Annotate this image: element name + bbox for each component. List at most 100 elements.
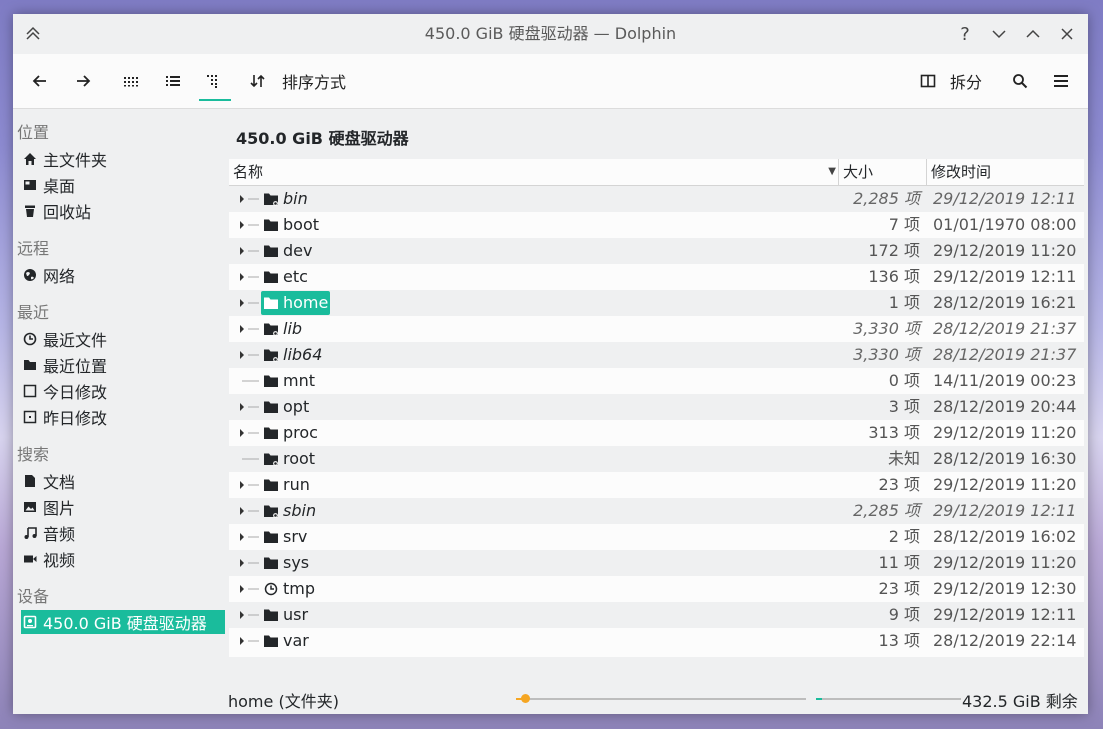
places-sidebar: 位置 主文件夹 桌面 回收站 远程 网络 最近 最近文件 最近位置 今日修改 昨… — [13, 109, 228, 714]
file-size: 2,285 项 — [853, 501, 920, 520]
sidebar-item-home[interactable]: 主文件夹 — [23, 147, 107, 171]
table-row[interactable]: proc 313 项 29/12/2019 11:20 — [229, 420, 1084, 446]
search-icon — [1013, 74, 1028, 89]
status-text: home (文件夹) — [228, 692, 339, 711]
table-row[interactable]: lib64 3,330 项 28/12/2019 21:37 — [229, 342, 1084, 368]
table-row[interactable]: run 23 项 29/12/2019 11:20 — [229, 472, 1084, 498]
file-modified: 28/12/2019 16:02 — [933, 527, 1077, 546]
sidebar-item-recent-locations[interactable]: 最近位置 — [23, 353, 107, 377]
table-row[interactable]: srv 2 项 28/12/2019 16:02 — [229, 524, 1084, 550]
column-header-modified[interactable]: 修改时间 — [927, 159, 1084, 185]
zoom-slider-handle[interactable] — [520, 694, 530, 703]
file-size: 23 项 — [878, 475, 920, 494]
file-name: sys — [283, 553, 310, 572]
table-row[interactable]: tmp 23 项 29/12/2019 12:30 — [229, 576, 1084, 602]
sidebar-item-network[interactable]: 网络 — [23, 263, 75, 287]
file-modified: 01/01/1970 08:00 — [933, 215, 1077, 234]
table-row[interactable]: boot 7 项 01/01/1970 08:00 — [229, 212, 1084, 238]
menu-button[interactable] — [1053, 66, 1069, 96]
dolphin-window: 450.0 GiB 硬盘驱动器 — Dolphin ? 排序方式 拆分 位置 主… — [13, 14, 1088, 714]
help-icon[interactable]: ? — [953, 22, 977, 46]
file-name: lib64 — [283, 345, 323, 364]
table-row[interactable]: var 13 项 28/12/2019 22:14 — [229, 628, 1084, 654]
folder-icon — [263, 373, 279, 389]
table-row[interactable]: sbin 2,285 项 29/12/2019 12:11 — [229, 498, 1084, 524]
table-row[interactable]: sys 11 项 29/12/2019 11:20 — [229, 550, 1084, 576]
sidebar-item-label: 450.0 GiB 硬盘驱动器 — [43, 614, 207, 633]
sidebar-item-documents[interactable]: 文档 — [23, 469, 75, 493]
sidebar-item-images[interactable]: 图片 — [23, 495, 75, 519]
file-name: usr — [283, 605, 309, 624]
folder-icon — [263, 555, 279, 571]
file-size: 2,285 项 — [853, 189, 920, 208]
column-header-name[interactable]: 名称 ▼ — [229, 159, 839, 185]
file-size: 2 项 — [888, 527, 920, 546]
sidebar-item-label: 今日修改 — [43, 383, 108, 402]
file-size: 3 项 — [888, 397, 920, 416]
file-modified: 28/12/2019 16:21 — [933, 293, 1077, 312]
file-name: dev — [283, 241, 313, 260]
home-icon — [23, 152, 37, 166]
sidebar-item-label: 昨日修改 — [43, 409, 108, 428]
maximize-icon[interactable] — [1021, 22, 1045, 46]
file-name: boot — [283, 215, 320, 234]
sidebar-item-label: 最近位置 — [43, 357, 108, 376]
table-row[interactable]: usr 9 项 29/12/2019 12:11 — [229, 602, 1084, 628]
table-row[interactable]: etc 136 项 29/12/2019 12:11 — [229, 264, 1084, 290]
file-name: sbin — [283, 501, 317, 520]
file-modified: 29/12/2019 12:11 — [933, 605, 1077, 624]
zoom-slider[interactable] — [516, 694, 806, 703]
file-size: 1 项 — [888, 293, 920, 312]
icons-view-button[interactable] — [123, 66, 139, 96]
location-title: 450.0 GiB 硬盘驱动器 — [236, 129, 409, 148]
calendar-icon — [23, 410, 37, 424]
column-header-size[interactable]: 大小 — [839, 159, 927, 185]
table-row[interactable]: root 未知 28/12/2019 16:30 — [229, 446, 1084, 472]
sort-icon — [250, 74, 265, 88]
sidebar-item-desktop[interactable]: 桌面 — [23, 173, 75, 197]
sidebar-item-video[interactable]: 视频 — [23, 547, 75, 571]
sidebar-item-hard-drive[interactable]: 450.0 GiB 硬盘驱动器 — [21, 610, 225, 634]
clock-folder-icon — [263, 581, 279, 597]
file-modified: 29/12/2019 12:11 — [933, 189, 1077, 208]
folder-icon — [263, 607, 279, 623]
table-row[interactable]: dev 172 项 29/12/2019 11:20 — [229, 238, 1084, 264]
details-view[interactable]: 名称 ▼ 大小 修改时间 bin 2,285 项 29/12/2019 12:11 b… — [229, 159, 1084, 657]
file-size: 0 项 — [888, 371, 920, 390]
file-size: 172 项 — [868, 241, 920, 260]
sort-label: 排序方式 — [282, 73, 347, 92]
sidebar-item-modified-yesterday[interactable]: 昨日修改 — [23, 405, 107, 429]
table-row[interactable]: lib 3,330 项 28/12/2019 21:37 — [229, 316, 1084, 342]
file-modified: 29/12/2019 11:20 — [933, 423, 1077, 442]
back-button[interactable] — [31, 66, 49, 96]
details-view-button[interactable] — [199, 66, 231, 101]
drive-icon — [23, 615, 37, 629]
table-row[interactable]: mnt 0 项 14/11/2019 00:23 — [229, 368, 1084, 394]
close-icon[interactable] — [1055, 22, 1079, 46]
forward-button[interactable] — [74, 66, 92, 96]
compact-view-button[interactable] — [165, 66, 181, 96]
sidebar-item-label: 最近文件 — [43, 331, 108, 350]
sidebar-item-modified-today[interactable]: 今日修改 — [23, 379, 107, 403]
list-view-icon — [166, 76, 180, 86]
sidebar-group-recent: 最近 — [17, 303, 50, 322]
sidebar-item-trash[interactable]: 回收站 — [23, 199, 91, 223]
split-label: 拆分 — [950, 73, 983, 92]
grid-view-icon — [124, 77, 138, 87]
sidebar-item-label: 视频 — [43, 551, 76, 570]
minimize-icon[interactable] — [987, 22, 1011, 46]
clock-icon — [23, 332, 37, 346]
folder-icon — [263, 633, 279, 649]
table-row[interactable]: home 1 项 28/12/2019 16:21 — [229, 290, 1084, 316]
file-name: bin — [283, 189, 308, 208]
split-button[interactable]: 拆分 — [920, 66, 982, 96]
arrow-left-icon — [32, 75, 46, 87]
sidebar-item-recent-files[interactable]: 最近文件 — [23, 327, 107, 351]
file-modified: 29/12/2019 12:30 — [933, 579, 1077, 598]
table-row[interactable]: opt 3 项 28/12/2019 20:44 — [229, 394, 1084, 420]
file-modified: 29/12/2019 12:11 — [933, 267, 1077, 286]
search-button[interactable] — [1012, 66, 1028, 96]
sidebar-item-audio[interactable]: 音频 — [23, 521, 75, 545]
sort-button[interactable]: 排序方式 — [250, 66, 346, 96]
table-row[interactable]: bin 2,285 项 29/12/2019 12:11 — [229, 186, 1084, 212]
